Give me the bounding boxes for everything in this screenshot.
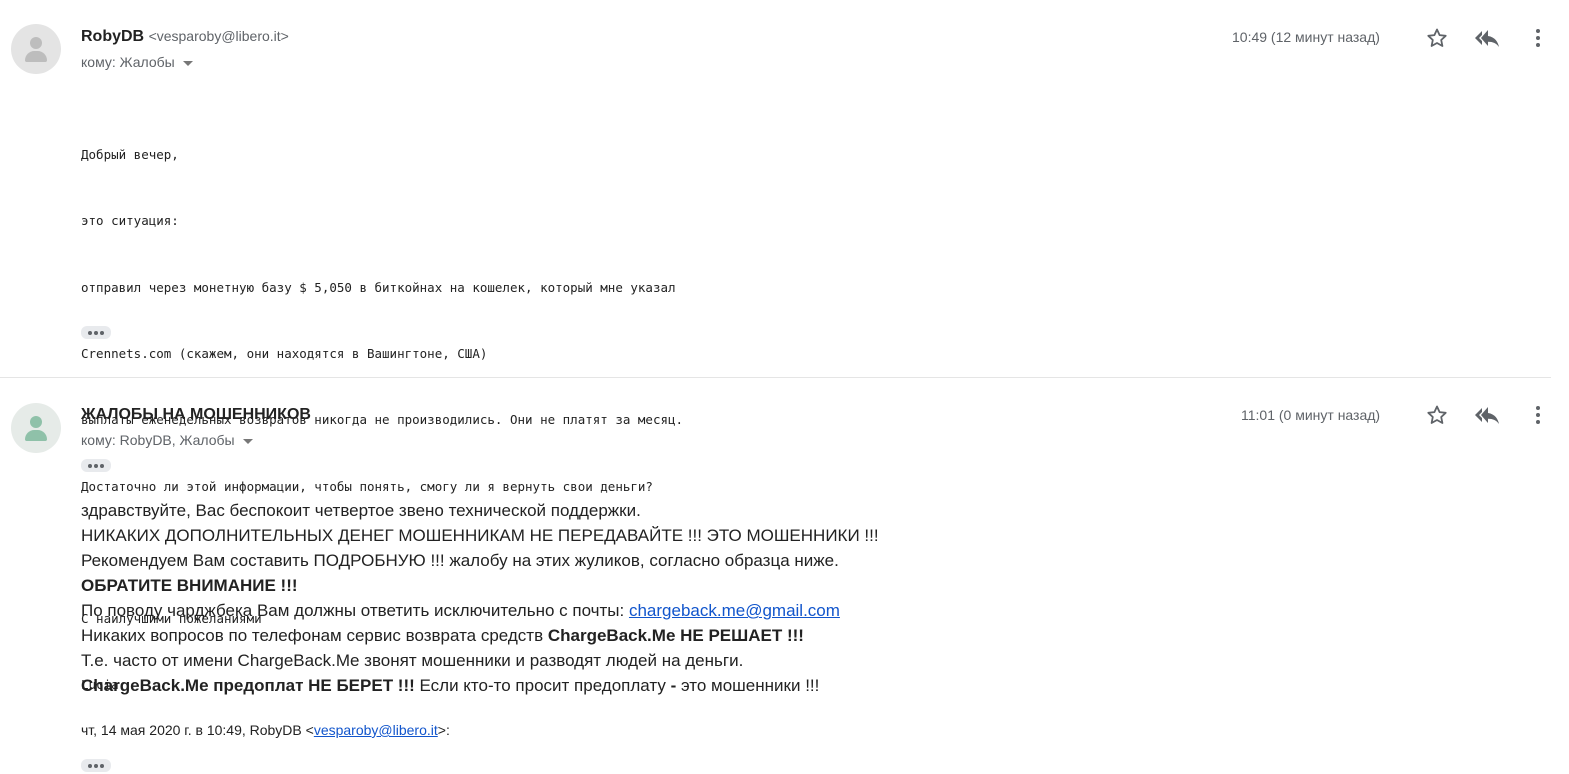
body-line: Рекомендуем Вам составить ПОДРОБНУЮ !!! … bbox=[81, 551, 839, 570]
expand-dots-icon[interactable] bbox=[81, 459, 111, 472]
message-1: RobyDB <vesparoby@libero.it> кому: Жалоб… bbox=[0, 0, 1569, 692]
body-line: НИКАКИХ ДОПОЛНИТЕЛЬНЫХ ДЕНЕГ МОШЕННИКАМ … bbox=[81, 526, 879, 545]
expand-dots-icon[interactable] bbox=[81, 326, 111, 339]
body-bold-text: ChargeBack.Me НЕ РЕШАЕТ !!! bbox=[547, 626, 804, 645]
sender[interactable]: ЖАЛОБЫ НА МОШЕННИКОВ bbox=[81, 406, 311, 424]
quote-text: >: bbox=[437, 722, 450, 738]
body-line: Crennets.com (скажем, они находятся в Ва… bbox=[81, 346, 488, 362]
support-email-link[interactable]: chargeback.me@gmail.com bbox=[629, 601, 840, 620]
body-line: По поводу чарджбека Вам должны ответить … bbox=[81, 598, 879, 623]
body-bold-text: ChargeBack.Me предоплат НЕ БЕРЕТ !!! bbox=[81, 676, 415, 695]
recipients-toggle[interactable]: кому: Жалобы bbox=[81, 54, 193, 70]
body-line: отправил через монетную базу $ 5,050 в б… bbox=[81, 279, 676, 295]
body-line: Никаких вопросов по телефонам сервис воз… bbox=[81, 623, 879, 648]
body-line: Добрый вечер, bbox=[81, 147, 179, 163]
body-line: ОБРАТИТЕ ВНИМАНИЕ !!! bbox=[81, 573, 879, 598]
person-icon bbox=[30, 37, 42, 49]
recipients-label: кому: RobyDB, Жалобы bbox=[81, 432, 235, 448]
star-icon[interactable] bbox=[1425, 403, 1449, 427]
message-2: ЖАЛОБЫ НА МОШЕННИКОВ кому: RobyDB, Жалоб… bbox=[0, 378, 1569, 774]
body-line: здравствуйте, Вас беспокоит четвертое зв… bbox=[81, 501, 641, 520]
recipients-toggle[interactable]: кому: RobyDB, Жалобы bbox=[81, 432, 253, 448]
body-text: По поводу чарджбека Вам должны ответить … bbox=[81, 601, 629, 620]
reply-all-icon[interactable] bbox=[1474, 26, 1502, 50]
body-line: это ситуация: bbox=[81, 213, 179, 229]
message-time: 11:01 (0 минут назад) bbox=[1241, 407, 1381, 423]
recipients-label: кому: Жалобы bbox=[81, 54, 175, 70]
reply-all-icon[interactable] bbox=[1474, 403, 1502, 427]
star-icon[interactable] bbox=[1425, 26, 1449, 50]
body-text: Если кто-то просит предоплату bbox=[414, 676, 671, 695]
more-vertical-icon[interactable] bbox=[1528, 403, 1548, 427]
message-body: здравствуйте, Вас беспокоит четвертое зв… bbox=[81, 498, 879, 698]
chevron-down-icon[interactable] bbox=[182, 60, 193, 66]
body-text: это мошенники !!! bbox=[676, 676, 820, 695]
sender-name[interactable]: ЖАЛОБЫ НА МОШЕННИКОВ bbox=[81, 406, 311, 423]
quote-header: чт, 14 мая 2020 г. в 10:49, RobyDB <vesp… bbox=[81, 722, 450, 738]
body-line: ChargeBack.Me предоплат НЕ БЕРЕТ !!! Есл… bbox=[81, 673, 879, 698]
body-bold-text: ОБРАТИТЕ ВНИМАНИЕ !!! bbox=[81, 576, 298, 595]
person-icon bbox=[30, 416, 42, 428]
more-vertical-icon[interactable] bbox=[1528, 26, 1548, 50]
quoted-email-link[interactable]: vesparoby@libero.it bbox=[314, 722, 438, 738]
chevron-down-icon[interactable] bbox=[242, 438, 253, 444]
expand-dots-icon[interactable] bbox=[81, 759, 111, 772]
quote-text: чт, 14 мая 2020 г. в 10:49, RobyDB < bbox=[81, 722, 314, 738]
sender-email: <vesparoby@libero.it> bbox=[148, 28, 289, 44]
sender[interactable]: RobyDB <vesparoby@libero.it> bbox=[81, 28, 289, 46]
sender-name[interactable]: RobyDB bbox=[81, 28, 144, 45]
sender-avatar[interactable] bbox=[11, 24, 61, 74]
message-time: 10:49 (12 минут назад) bbox=[1232, 29, 1380, 45]
body-text: Никаких вопросов по телефонам сервис воз… bbox=[81, 626, 548, 645]
body-line: Т.е. часто от имени ChargeBack.Me звонят… bbox=[81, 651, 744, 670]
sender-avatar[interactable] bbox=[11, 403, 61, 453]
